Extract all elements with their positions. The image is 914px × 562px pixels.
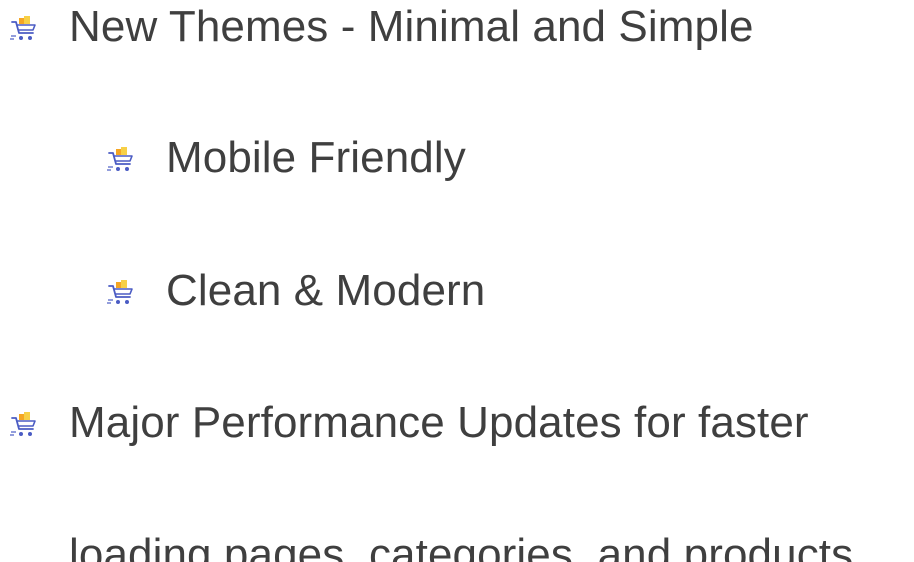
shopping-cart-icon bbox=[106, 278, 136, 308]
list-item-text-block: Major Performance Updates for faster loa… bbox=[69, 401, 866, 562]
list-item-clean-modern: Clean & Modern bbox=[106, 269, 485, 313]
list-item-text: Major Performance Updates for faster bbox=[69, 398, 809, 447]
list-item-text: Mobile Friendly bbox=[166, 133, 466, 182]
shopping-cart-icon bbox=[106, 145, 136, 175]
list-item-text: Clean & Modern bbox=[166, 266, 486, 315]
list-item-text-continued: loading pages, categories, and products. bbox=[69, 530, 866, 562]
list-item-new-themes: New Themes - Minimal and Simple bbox=[9, 5, 754, 49]
list-item-performance-updates: Major Performance Updates for faster loa… bbox=[9, 401, 866, 562]
list-item-text: New Themes - Minimal and Simple bbox=[69, 2, 754, 51]
list-item-mobile-friendly: Mobile Friendly bbox=[106, 136, 466, 180]
shopping-cart-icon bbox=[9, 410, 39, 440]
shopping-cart-icon bbox=[9, 14, 39, 44]
